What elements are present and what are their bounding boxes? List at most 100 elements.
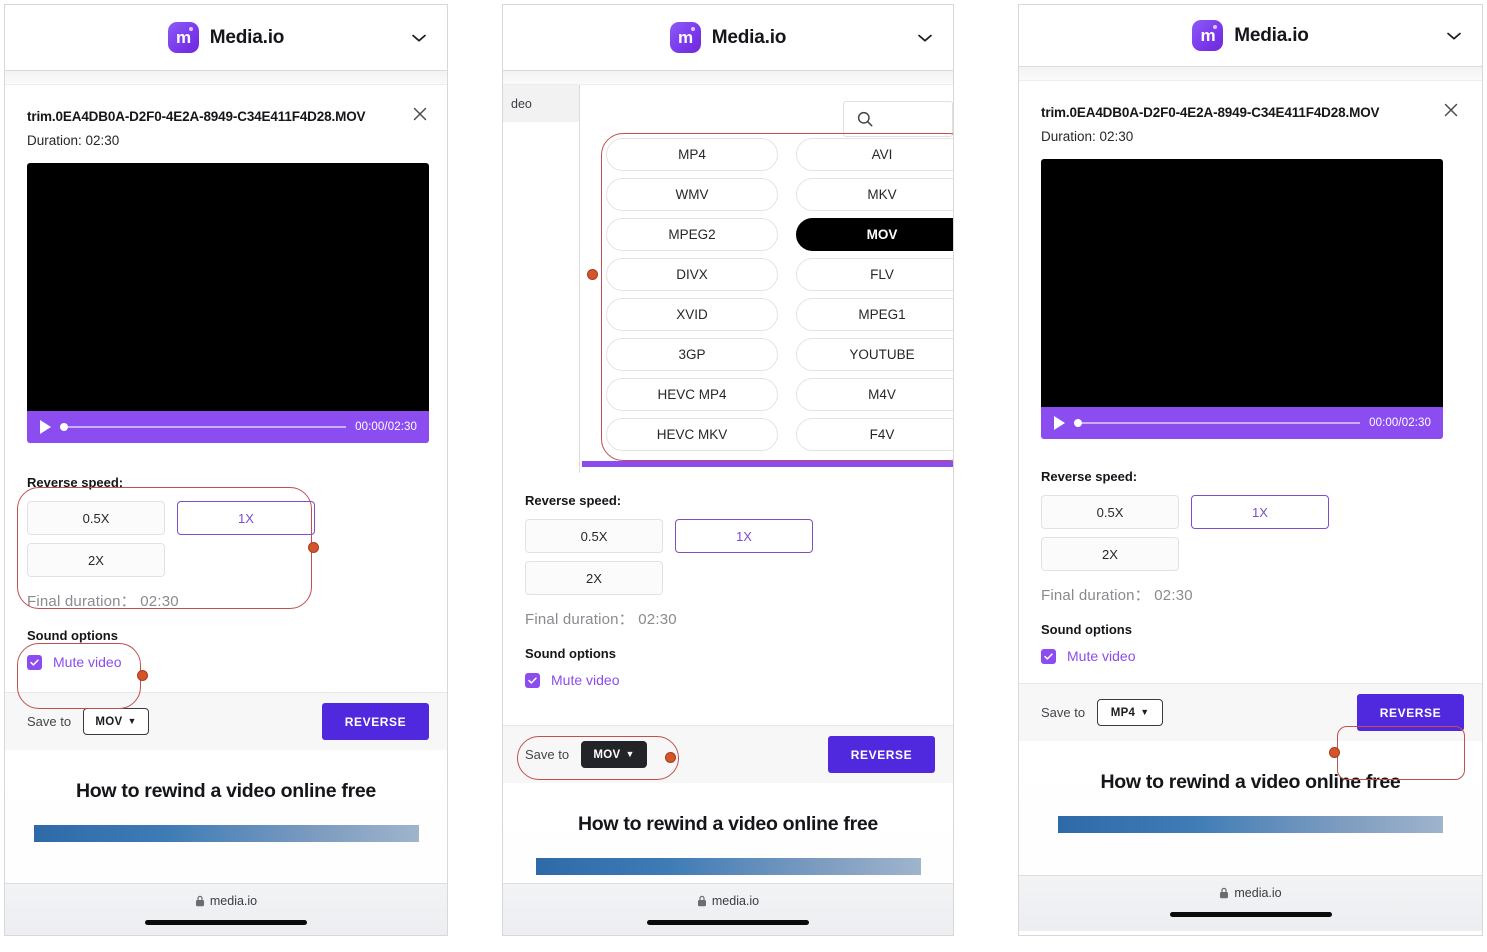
save-to-label: Save to	[27, 714, 72, 729]
url-display[interactable]: media.io	[1219, 886, 1282, 900]
reverse-button-2[interactable]: REVERSE	[828, 736, 935, 773]
speed-option-0_5x[interactable]: 0.5X	[1041, 495, 1179, 529]
format-option-mpeg1[interactable]: MPEG1	[796, 298, 953, 331]
close-icon[interactable]	[1442, 101, 1460, 119]
format-option-youtube[interactable]: YOUTUBE	[796, 338, 953, 371]
url-display[interactable]: media.io	[697, 894, 759, 908]
mute-video-row[interactable]: Mute video	[27, 654, 429, 670]
seek-handle[interactable]	[60, 423, 68, 431]
format-option-mp4[interactable]: MP4	[606, 138, 778, 171]
time-label: 00:00/02:30	[355, 421, 417, 433]
format-grid: MP4 AVI WMV MKV MPEG2 MOV DIVX FLV XVID …	[606, 138, 953, 451]
close-icon[interactable]	[411, 105, 429, 123]
seek-slider[interactable]	[1074, 416, 1361, 430]
file-name-label: trim.0EA4DB0A-D2F0-4E2A-8949-C34E411F4D2…	[1041, 105, 1380, 120]
url-display[interactable]: media.io	[195, 894, 257, 908]
time-label: 00:00/02:30	[1369, 417, 1431, 429]
format-option-mpeg2[interactable]: MPEG2	[606, 218, 778, 251]
video-bar-peek	[582, 461, 953, 467]
brand-name-label: Media.io	[711, 26, 787, 48]
format-option-hevc-mkv[interactable]: HEVC MKV	[606, 418, 778, 451]
reverse-speed-title: Reverse speed:	[27, 475, 124, 490]
format-option-hevc-mp4[interactable]: HEVC MP4	[606, 378, 778, 411]
mute-video-row[interactable]: Mute video	[1041, 648, 1464, 664]
video-canvas[interactable]	[1041, 159, 1443, 407]
format-picker-left-rail: deo	[503, 85, 580, 473]
screenshot-stage: m Media.io trim.0EA4DB0A-D2F0-4E2A-8949-…	[0, 0, 1487, 952]
search-icon	[857, 111, 873, 127]
settings-section-3: Reverse speed: 0.5X 1X 2X Final duration…	[1019, 469, 1482, 664]
speed-option-2x[interactable]: 2X	[27, 543, 165, 577]
format-dropdown-2[interactable]: MOV ▼	[581, 741, 648, 768]
sound-options-title: Sound options	[1041, 622, 1132, 637]
play-icon[interactable]	[40, 420, 51, 434]
speed-option-1x[interactable]: 1X	[675, 519, 813, 553]
final-duration-value: 02:30	[140, 593, 179, 610]
format-dropdown-1[interactable]: MOV ▼	[83, 708, 150, 735]
sound-options-title: Sound options	[525, 646, 616, 661]
format-dropdown-value: MP4	[1110, 706, 1136, 719]
home-indicator	[647, 920, 809, 925]
format-option-mov[interactable]: MOV	[796, 218, 953, 251]
final-duration-label: Final duration：	[1041, 587, 1150, 604]
final-duration-row: Final duration： 02:30	[525, 608, 935, 629]
file-duration-label: Duration: 02:30	[1041, 129, 1134, 144]
action-bar-1: Save to MOV ▼ REVERSE	[5, 692, 447, 750]
speed-option-2x[interactable]: 2X	[1041, 537, 1179, 571]
format-dropdown-3[interactable]: MP4 ▼	[1097, 699, 1164, 726]
mute-video-checkbox[interactable]	[27, 654, 42, 670]
format-search-input[interactable]	[843, 101, 953, 137]
chevron-down-icon[interactable]	[1444, 26, 1464, 46]
url-text: media.io	[209, 894, 258, 908]
mute-video-checkbox[interactable]	[1041, 648, 1056, 664]
mute-video-label: Mute video	[551, 672, 620, 688]
promo-heading: How to rewind a video online free	[1100, 771, 1401, 793]
speed-option-1x[interactable]: 1X	[1191, 495, 1329, 529]
speed-options-group: 0.5X 1X 2X	[1041, 495, 1329, 571]
final-duration-value: 02:30	[638, 611, 677, 628]
format-option-avi[interactable]: AVI	[796, 138, 953, 171]
brand-1: m Media.io	[167, 22, 284, 53]
format-option-f4v[interactable]: F4V	[796, 418, 953, 451]
format-option-flv[interactable]: FLV	[796, 258, 953, 291]
reverse-button-1[interactable]: REVERSE	[322, 703, 429, 740]
lock-icon	[195, 895, 204, 907]
format-option-mkv[interactable]: MKV	[796, 178, 953, 211]
rail-tab-video[interactable]: deo	[503, 85, 579, 122]
chrome-strip-3	[1019, 67, 1482, 81]
speed-option-0_5x[interactable]: 0.5X	[27, 501, 165, 535]
video-canvas[interactable]	[27, 163, 429, 411]
phone-panel-1: m Media.io trim.0EA4DB0A-D2F0-4E2A-8949-…	[4, 4, 448, 936]
speed-option-2x[interactable]: 2X	[525, 561, 663, 595]
brand-name-label: Media.io	[1234, 24, 1309, 46]
seek-handle[interactable]	[1074, 419, 1082, 427]
seek-slider[interactable]	[60, 420, 347, 434]
play-icon[interactable]	[1054, 416, 1065, 430]
mute-video-checkbox[interactable]	[525, 672, 540, 688]
media-io-logo-icon: m	[669, 22, 701, 53]
format-option-divx[interactable]: DIVX	[606, 258, 778, 291]
promo-heading: How to rewind a video online free	[578, 813, 878, 835]
mute-video-label: Mute video	[1067, 648, 1136, 664]
caret-down-icon: ▼	[1140, 707, 1150, 717]
video-preview-3: 00:00/02:30	[1041, 159, 1443, 439]
speed-option-1x[interactable]: 1X	[177, 501, 315, 535]
format-option-3gp[interactable]: 3GP	[606, 338, 778, 371]
phone-panel-2: m Media.io deo MP4 AVI WMV MKV MPEG2 MOV…	[502, 4, 954, 936]
format-option-wmv[interactable]: WMV	[606, 178, 778, 211]
chevron-down-icon[interactable]	[915, 28, 935, 48]
chevron-down-icon[interactable]	[409, 28, 429, 48]
media-io-logo-icon: m	[1192, 20, 1224, 51]
promo-banner-bar	[535, 858, 921, 875]
video-preview-1: 00:00/02:30	[27, 163, 429, 443]
mute-video-row[interactable]: Mute video	[525, 672, 935, 688]
action-bar-2: Save to MOV ▼ REVERSE	[503, 725, 953, 783]
promo-banner-bar	[1058, 816, 1443, 833]
format-option-xvid[interactable]: XVID	[606, 298, 778, 331]
format-option-m4v[interactable]: M4V	[796, 378, 953, 411]
logo-dot-icon	[188, 27, 193, 31]
final-duration-label: Final duration：	[525, 611, 634, 628]
reverse-button-3[interactable]: REVERSE	[1357, 694, 1464, 731]
speed-option-0_5x[interactable]: 0.5X	[525, 519, 663, 553]
chrome-strip-2	[503, 71, 953, 85]
